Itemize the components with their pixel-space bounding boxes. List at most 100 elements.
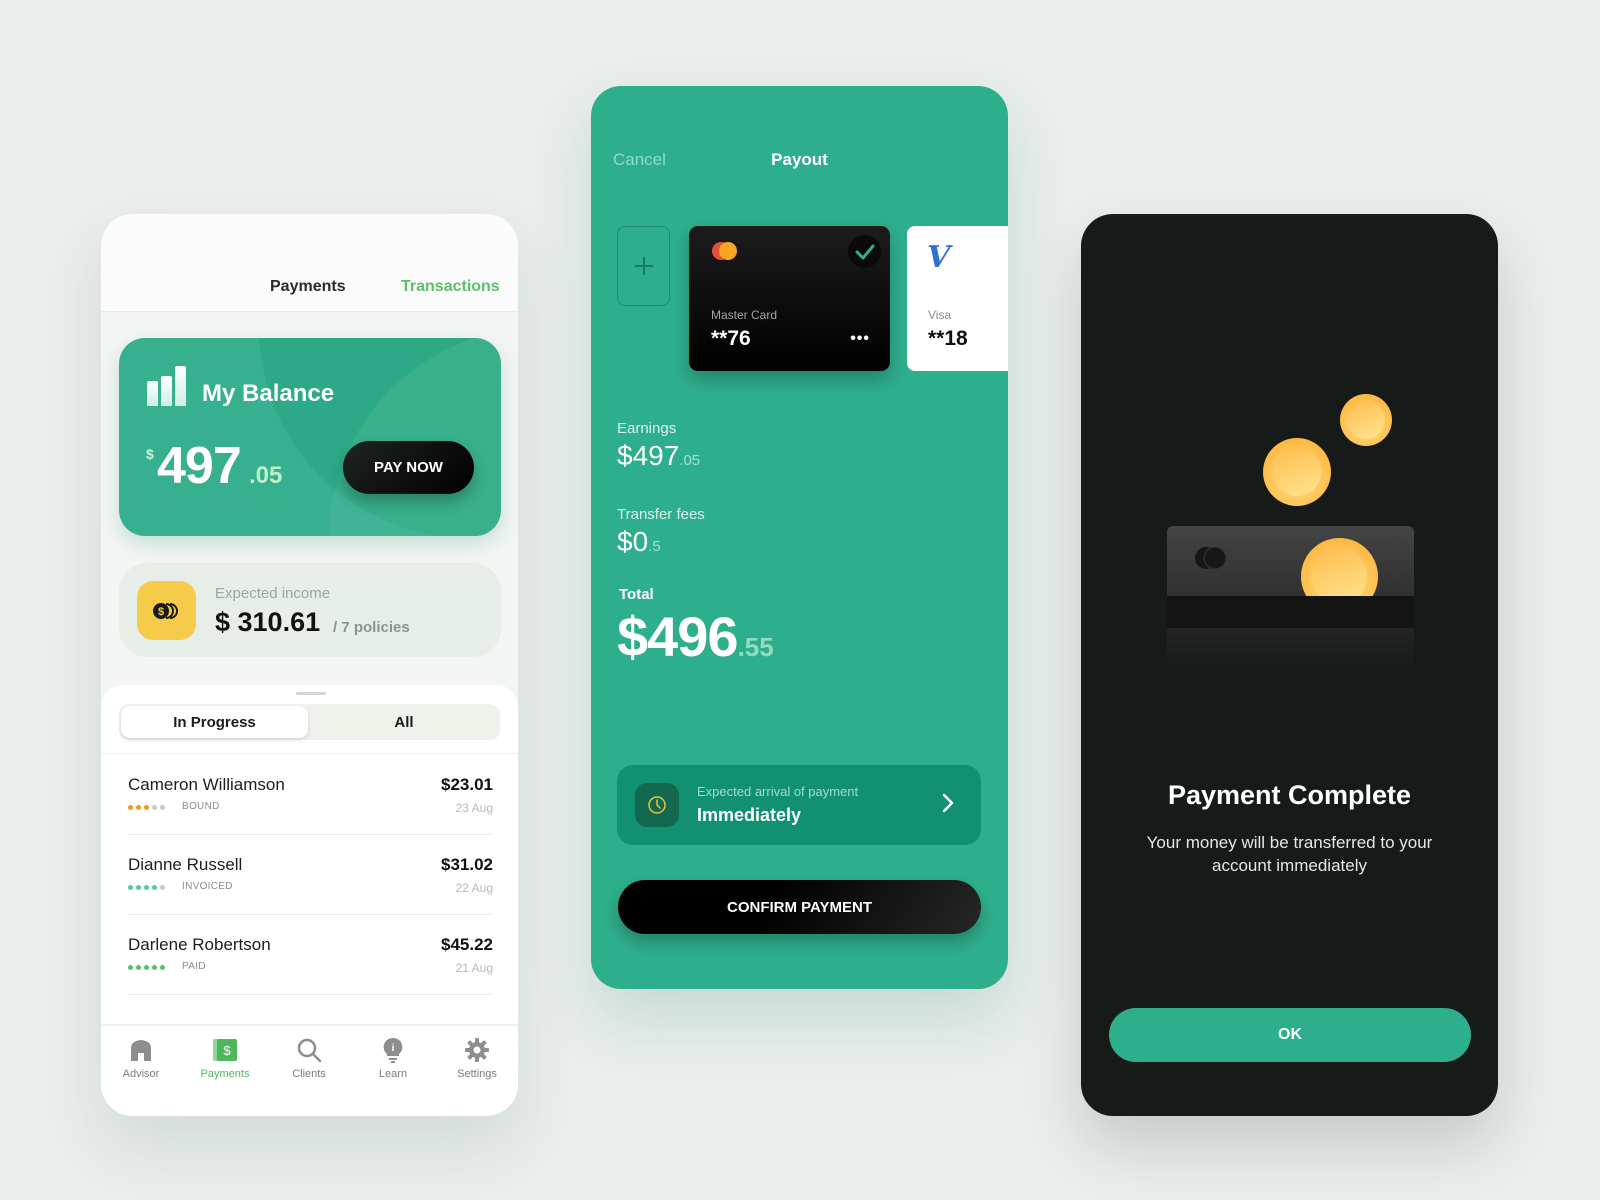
nav-clients[interactable]: Clients bbox=[274, 1034, 344, 1080]
progress-dot bbox=[128, 965, 133, 970]
complete-message: Your money will be transferred to your a… bbox=[1146, 833, 1433, 875]
clock-icon bbox=[635, 783, 679, 827]
earnings-label: Earnings bbox=[617, 420, 677, 437]
transaction-date: 22 Aug bbox=[455, 881, 493, 895]
balance-card: My Balance $ 497 .05 PAY NOW bbox=[119, 338, 501, 536]
drag-handle[interactable] bbox=[296, 692, 326, 695]
transaction-date: 23 Aug bbox=[455, 801, 493, 815]
transaction-amount: $23.01 bbox=[441, 775, 493, 794]
progress-dot bbox=[136, 805, 141, 810]
balance-cents: .05 bbox=[249, 462, 283, 489]
payments-icon: $ bbox=[190, 1034, 260, 1066]
arrival-value: Immediately bbox=[697, 805, 802, 825]
balance-title: My Balance bbox=[202, 380, 335, 407]
balance-amount: 497 bbox=[157, 437, 242, 495]
balance-currency: $ bbox=[146, 446, 154, 462]
card-type: Master Card bbox=[711, 308, 778, 322]
fees-value: $0.5 bbox=[617, 526, 661, 557]
svg-text:$: $ bbox=[223, 1043, 231, 1058]
pay-now-button[interactable]: PAY NOW bbox=[343, 441, 474, 494]
progress-dot bbox=[160, 965, 165, 970]
progress-dot bbox=[144, 885, 149, 890]
confirm-payment-button[interactable]: CONFIRM PAYMENT bbox=[618, 880, 981, 934]
coin-illustration bbox=[1263, 438, 1331, 506]
progress-dots bbox=[128, 805, 165, 810]
transaction-row[interactable]: Darlene Robertson PAID $45.22 21 Aug bbox=[128, 915, 493, 995]
status-label: INVOICED bbox=[182, 881, 233, 892]
arrival-selector[interactable]: Expected arrival of payment Immediately bbox=[617, 765, 981, 845]
fees-label: Transfer fees bbox=[617, 506, 705, 523]
income-amount: $ 310.61 bbox=[215, 607, 321, 637]
coins-icon: $ bbox=[137, 581, 196, 640]
transaction-date: 21 Aug bbox=[455, 961, 493, 975]
card-logo-icon bbox=[1195, 546, 1227, 570]
payout-screen: Cancel Payout Master Card **76 ••• V Vis… bbox=[591, 86, 1008, 989]
client-name: Dianne Russell bbox=[128, 855, 243, 874]
progress-dot bbox=[136, 885, 141, 890]
progress-dot bbox=[152, 885, 157, 890]
visa-logo-icon: V bbox=[927, 240, 951, 275]
progress-dot bbox=[128, 885, 133, 890]
bar-chart-icon bbox=[147, 366, 189, 406]
payment-complete-screen: Payment Complete Your money will be tran… bbox=[1081, 214, 1498, 1116]
transaction-amount: $31.02 bbox=[441, 855, 493, 874]
wallet-illustration bbox=[1167, 526, 1414, 598]
nav-advisor[interactable]: Advisor bbox=[106, 1034, 176, 1080]
lightbulb-icon: i bbox=[358, 1034, 428, 1066]
card-number: **18 bbox=[928, 327, 968, 350]
transaction-row[interactable]: Dianne Russell INVOICED $31.02 22 Aug bbox=[128, 835, 493, 915]
progress-dot bbox=[136, 965, 141, 970]
progress-dot bbox=[152, 805, 157, 810]
search-icon bbox=[274, 1034, 344, 1066]
client-name: Darlene Robertson bbox=[128, 935, 271, 954]
progress-dots bbox=[128, 965, 165, 970]
progress-dot bbox=[128, 805, 133, 810]
coin-illustration bbox=[1340, 394, 1392, 446]
mastercard-card[interactable]: Master Card **76 ••• bbox=[689, 226, 890, 371]
nav-payments[interactable]: $ Payments bbox=[190, 1034, 260, 1080]
progress-dot bbox=[160, 805, 165, 810]
chevron-right-icon bbox=[942, 793, 954, 813]
income-policies: / 7 policies bbox=[333, 619, 410, 636]
card-number: **76 bbox=[711, 327, 751, 350]
balance-screen: Payments Transactions My Balance $ 497 .… bbox=[101, 214, 518, 1116]
total-value: $496.55 bbox=[617, 605, 774, 668]
more-options-icon[interactable]: ••• bbox=[850, 330, 870, 348]
progress-dot bbox=[144, 965, 149, 970]
complete-title: Payment Complete bbox=[1167, 780, 1412, 810]
progress-dot bbox=[152, 965, 157, 970]
status-label: BOUND bbox=[182, 801, 220, 812]
filter-all[interactable]: All bbox=[310, 706, 498, 738]
plus-icon bbox=[634, 257, 653, 275]
progress-dot bbox=[144, 805, 149, 810]
mastercard-logo-icon bbox=[712, 242, 737, 260]
svg-text:i: i bbox=[392, 1043, 395, 1054]
earnings-value: $497.05 bbox=[617, 440, 701, 471]
home-icon bbox=[106, 1034, 176, 1066]
selected-check-icon bbox=[848, 235, 881, 268]
tab-transactions[interactable]: Transactions bbox=[401, 278, 500, 296]
gear-icon bbox=[442, 1034, 512, 1066]
visa-card[interactable]: V Visa **18 bbox=[907, 226, 1008, 371]
page-title: Payout bbox=[771, 150, 828, 169]
filter-in-progress[interactable]: In Progress bbox=[121, 706, 308, 738]
svg-text:$: $ bbox=[157, 606, 163, 618]
ok-button[interactable]: OK bbox=[1109, 1008, 1471, 1062]
transaction-row[interactable]: Cameron Williamson BOUND $23.01 23 Aug bbox=[128, 755, 493, 835]
income-label: Expected income bbox=[215, 585, 331, 602]
nav-settings[interactable]: Settings bbox=[442, 1034, 512, 1080]
progress-dots bbox=[128, 885, 165, 890]
add-card-button[interactable] bbox=[617, 226, 670, 306]
card-type: Visa bbox=[928, 308, 952, 322]
status-label: PAID bbox=[182, 961, 206, 972]
nav-learn[interactable]: i Learn bbox=[358, 1034, 428, 1080]
divider bbox=[101, 753, 518, 754]
transaction-amount: $45.22 bbox=[441, 935, 493, 954]
expected-income-card[interactable]: $ Expected income $ 310.61 / 7 policies bbox=[119, 563, 501, 657]
progress-dot bbox=[160, 885, 165, 890]
client-name: Cameron Williamson bbox=[128, 775, 285, 794]
total-label: Total bbox=[619, 586, 654, 603]
header: Payments Transactions bbox=[101, 214, 518, 312]
filter-segmented-control: In Progress All bbox=[119, 704, 500, 740]
tab-payments[interactable]: Payments bbox=[270, 278, 346, 296]
